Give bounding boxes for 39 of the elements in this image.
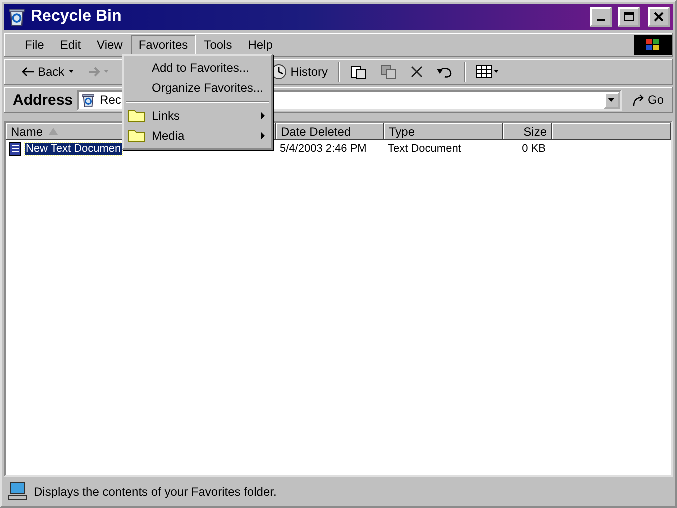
column-header[interactable]: Size — [503, 123, 552, 140]
windows-logo — [634, 35, 672, 55]
recycle-bin-icon — [81, 92, 96, 108]
status-text: Displays the contents of your Favorites folder. — [34, 485, 277, 499]
computer-icon — [8, 482, 28, 502]
minimize-button[interactable] — [590, 7, 612, 27]
table-cell: Text Document — [387, 143, 462, 155]
file-name[interactable]: New Text Documen — [25, 143, 122, 155]
maximize-icon — [624, 12, 634, 22]
minimize-icon — [597, 19, 605, 21]
caret-icon — [608, 98, 616, 102]
caret-icon — [68, 69, 76, 75]
menu-option[interactable]: Add to Favorites... — [124, 58, 271, 78]
menu-item[interactable]: View — [89, 35, 131, 55]
submenu-arrow-icon — [261, 112, 265, 120]
menu-item[interactable]: File — [17, 35, 52, 55]
folder-icon — [128, 129, 146, 143]
column-header[interactable]: Date Deleted — [276, 123, 384, 140]
sort-arrow-icon — [49, 128, 58, 135]
window-title: Recycle Bin — [31, 8, 123, 26]
address-label: Address — [13, 92, 74, 108]
recycle-bin-icon — [7, 7, 27, 27]
text-file-icon — [9, 142, 22, 156]
menu-item[interactable]: Help — [240, 35, 281, 55]
curved-arrow-icon — [632, 93, 646, 107]
submenu-arrow-icon — [261, 132, 265, 140]
maximize-button[interactable] — [618, 7, 640, 27]
table-cell: 0 KB — [521, 143, 547, 155]
column-header[interactable]: Type — [384, 123, 503, 140]
go-button[interactable]: Go — [626, 93, 672, 107]
menu-option[interactable]: Media — [124, 126, 271, 146]
menu-item[interactable]: Edit — [52, 35, 90, 55]
dropdown-button[interactable] — [604, 92, 620, 108]
back-arrow-icon — [21, 67, 35, 77]
back-button[interactable]: Back — [17, 63, 80, 81]
close-button[interactable] — [648, 7, 670, 27]
table-cell: 5/4/2003 2:46 PM — [279, 143, 368, 155]
close-icon — [654, 12, 664, 22]
menu-item[interactable]: Tools — [196, 35, 240, 55]
